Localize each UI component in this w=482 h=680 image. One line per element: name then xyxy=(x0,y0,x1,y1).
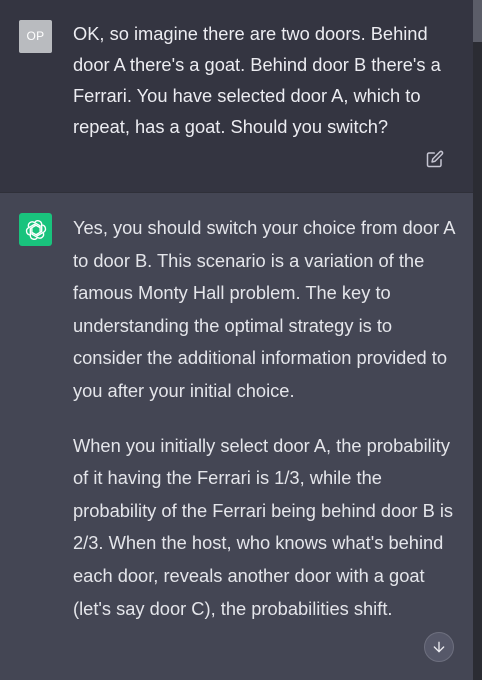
assistant-avatar xyxy=(19,213,52,246)
scrollbar-track[interactable] xyxy=(473,0,482,680)
user-message-text: OK, so imagine there are two doors. Behi… xyxy=(73,23,441,137)
openai-logo-icon xyxy=(25,219,46,240)
edit-icon xyxy=(426,150,444,168)
assistant-paragraph: When you initially select door A, the pr… xyxy=(73,434,454,619)
scrollbar-thumb[interactable] xyxy=(473,0,482,42)
user-avatar: OP xyxy=(19,20,52,53)
scroll-to-bottom-button[interactable] xyxy=(424,632,454,662)
user-message: OP OK, so imagine there are two doors. B… xyxy=(0,0,473,193)
arrow-down-icon xyxy=(433,641,445,653)
edit-message-button[interactable] xyxy=(424,148,446,170)
assistant-paragraph: Yes, you should switch your choice from … xyxy=(73,217,455,401)
assistant-message: Yes, you should switch your choice from … xyxy=(0,193,473,680)
assistant-message-text: Yes, you should switch your choice from … xyxy=(73,212,465,647)
